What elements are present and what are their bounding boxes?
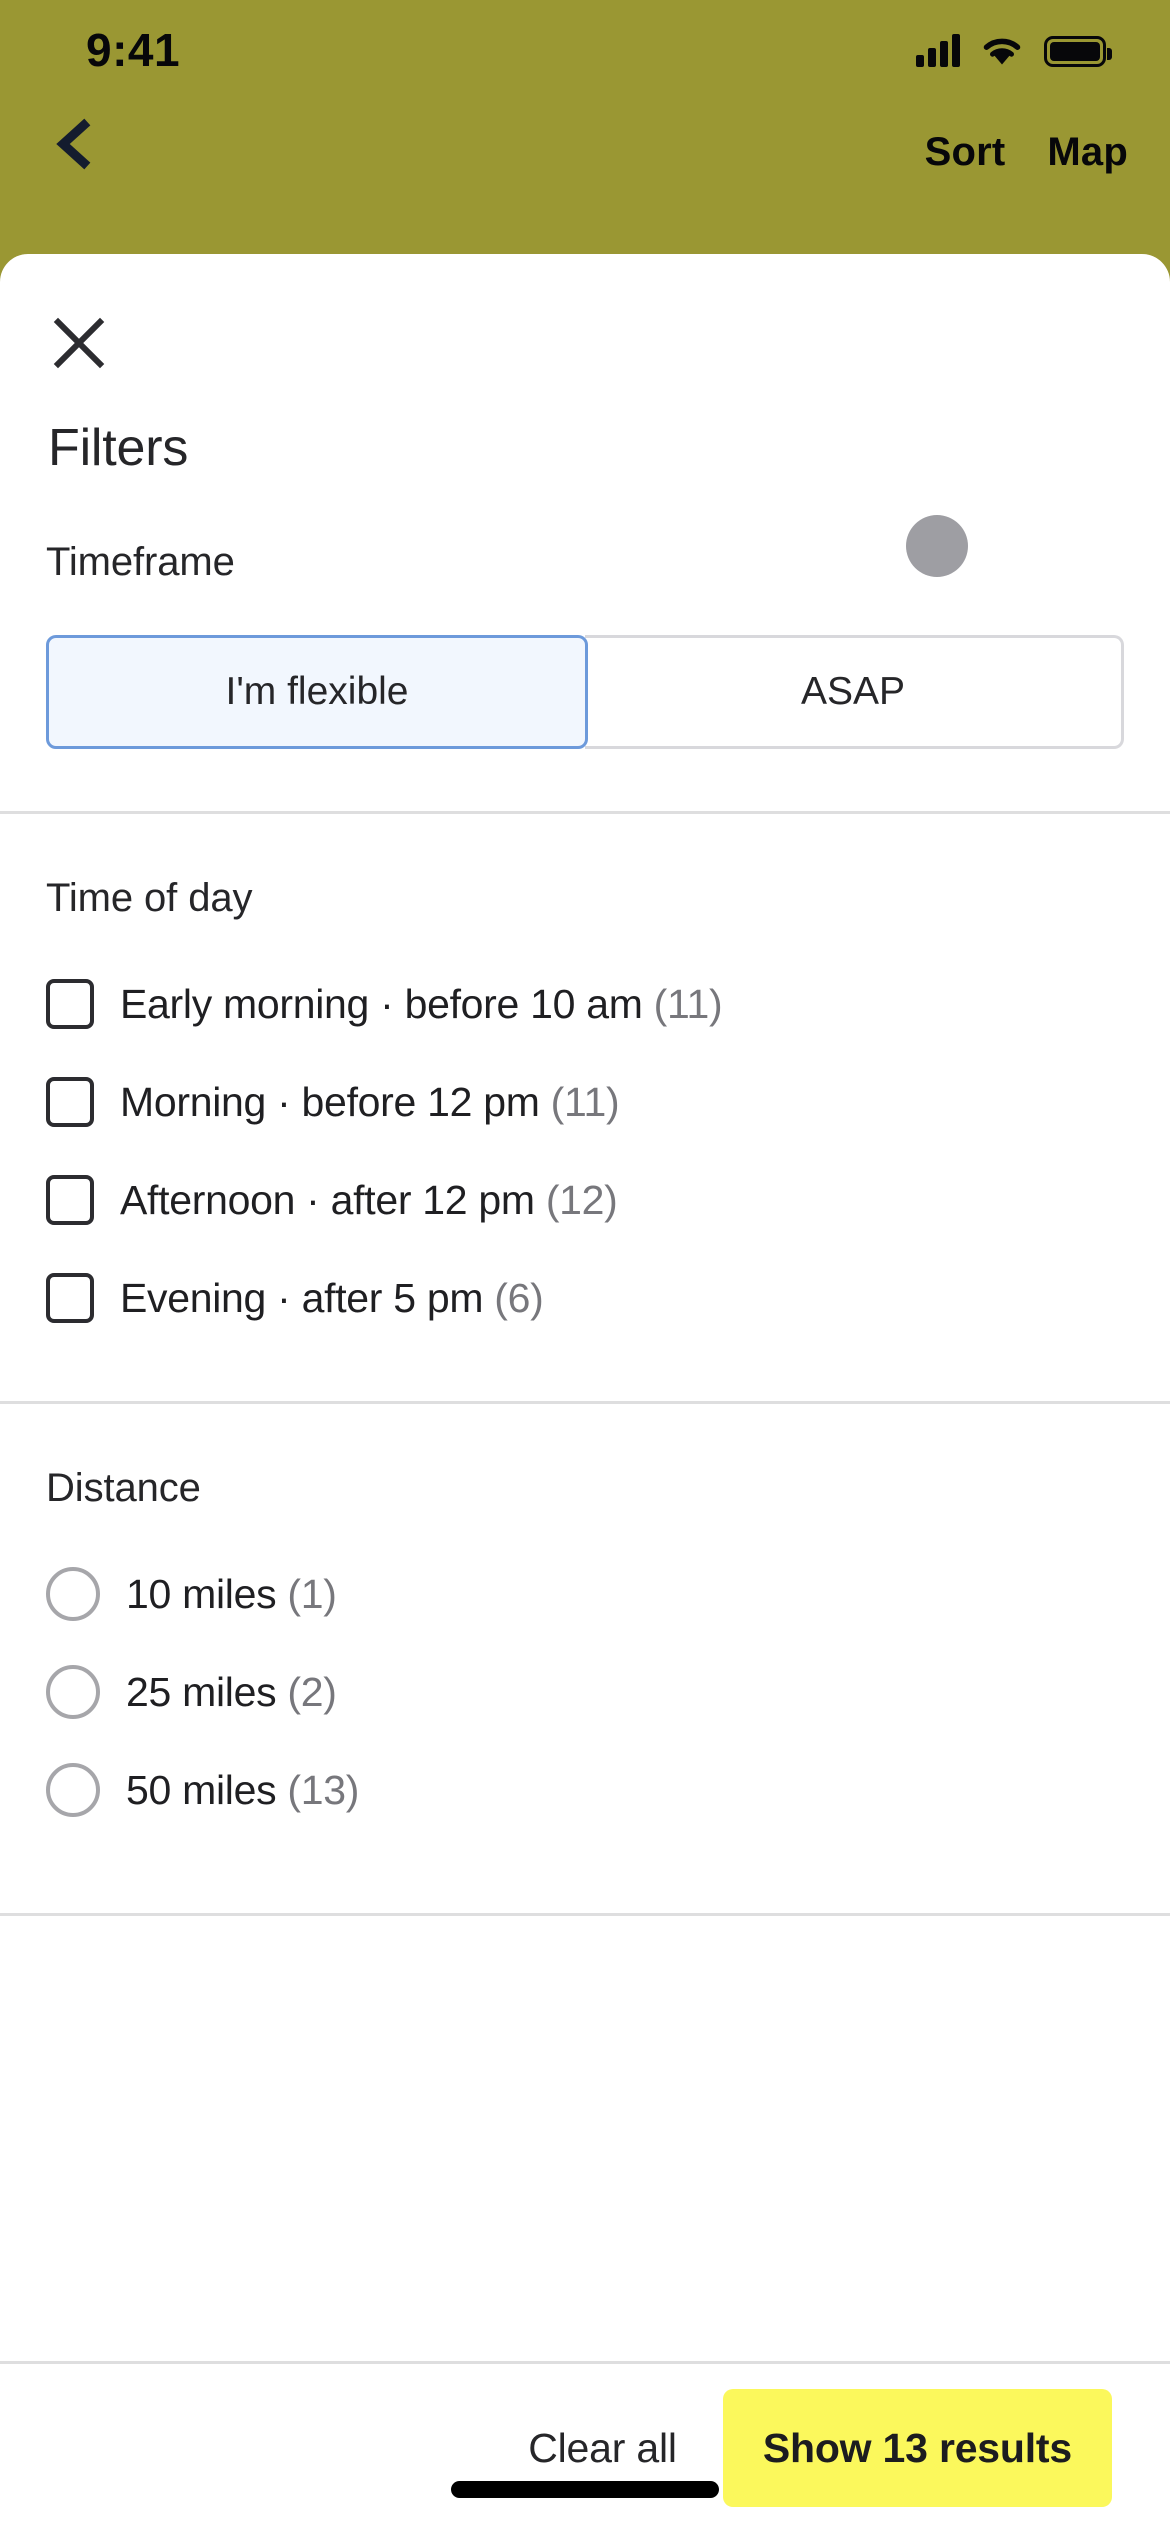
option-label: Evening · after 5 pm (6)	[120, 1275, 544, 1322]
option-label: Morning · before 12 pm (11)	[120, 1078, 620, 1126]
radio-50-miles[interactable]	[46, 1763, 100, 1817]
sort-button[interactable]: Sort	[925, 130, 1006, 175]
time-of-day-option-early-morning[interactable]: Early morning · before 10 am (11)	[46, 955, 1124, 1053]
clear-all-button[interactable]: Clear all	[528, 2425, 677, 2472]
time-of-day-option-evening[interactable]: Evening · after 5 pm (6)	[46, 1249, 1124, 1347]
option-count: (6)	[494, 1274, 544, 1321]
option-text: 10 miles	[126, 1570, 277, 1617]
wifi-icon	[980, 33, 1024, 67]
option-count: (12)	[545, 1176, 618, 1223]
show-results-button[interactable]: Show 13 results	[722, 2389, 1112, 2507]
checkbox-afternoon[interactable]	[46, 1175, 94, 1225]
close-row	[0, 254, 1170, 374]
option-text: Morning · before 12 pm	[120, 1078, 540, 1125]
option-count: (11)	[653, 980, 723, 1027]
distance-option-10-miles[interactable]: 10 miles (1)	[46, 1545, 1124, 1643]
status-icons	[916, 33, 1112, 67]
option-label: Afternoon · after 12 pm (12)	[120, 1177, 618, 1224]
option-count: (1)	[287, 1570, 337, 1617]
option-count: (11)	[550, 1078, 620, 1125]
checkbox-early-morning[interactable]	[46, 979, 94, 1029]
checkbox-evening[interactable]	[46, 1273, 94, 1323]
cellular-signal-icon	[916, 33, 960, 67]
battery-icon	[1044, 36, 1112, 67]
nav-actions: Sort Map	[925, 116, 1128, 175]
close-icon[interactable]	[48, 312, 110, 374]
distance-section: Distance 10 miles (1) 25 miles (2) 50 mi…	[0, 1404, 1170, 1839]
filters-sheet-body: Filters Timeframe I'm flexible ASAP Time…	[0, 254, 1170, 2361]
page-title: Filters	[48, 419, 189, 477]
option-count: (2)	[287, 1668, 337, 1715]
option-text: Afternoon · after 12 pm	[120, 1176, 535, 1223]
option-label: 25 miles (2)	[126, 1669, 337, 1716]
timeframe-option-flexible[interactable]: I'm flexible	[46, 635, 588, 749]
option-count: (13)	[287, 1766, 360, 1813]
map-button[interactable]: Map	[1047, 130, 1128, 175]
timeframe-option-asap[interactable]: ASAP	[585, 635, 1124, 749]
checkbox-morning[interactable]	[46, 1077, 94, 1127]
radio-25-miles[interactable]	[46, 1665, 100, 1719]
time-of-day-label: Time of day	[46, 876, 253, 920]
status-bar: 9:41	[0, 0, 1170, 100]
distance-option-50-miles[interactable]: 50 miles (13)	[46, 1741, 1124, 1839]
home-indicator	[451, 2481, 719, 2498]
option-label: 10 miles (1)	[126, 1571, 337, 1618]
filters-footer: Clear all Show 13 results	[0, 2361, 1170, 2532]
status-time: 9:41	[86, 24, 181, 76]
option-text: Early morning · before 10 am	[120, 980, 643, 1027]
chevron-left-icon[interactable]	[46, 116, 102, 172]
timeframe-segmented-control: I'm flexible ASAP	[46, 635, 1124, 749]
option-text: 25 miles	[126, 1668, 277, 1715]
option-text: Evening · after 5 pm	[120, 1274, 484, 1321]
option-label: Early morning · before 10 am (11)	[120, 980, 723, 1028]
option-text: 50 miles	[126, 1766, 277, 1813]
filters-sheet: Filters Timeframe I'm flexible ASAP Time…	[0, 254, 1170, 2532]
time-of-day-option-afternoon[interactable]: Afternoon · after 12 pm (12)	[46, 1151, 1124, 1249]
timeframe-section: Timeframe I'm flexible ASAP	[0, 478, 1170, 749]
touch-pointer-indicator	[906, 515, 968, 577]
distance-option-25-miles[interactable]: 25 miles (2)	[46, 1643, 1124, 1741]
radio-10-miles[interactable]	[46, 1567, 100, 1621]
time-of-day-option-morning[interactable]: Morning · before 12 pm (11)	[46, 1053, 1124, 1151]
distance-label: Distance	[46, 1466, 201, 1510]
section-divider	[0, 1913, 1170, 1916]
nav-bar: Sort Map	[0, 100, 1170, 258]
time-of-day-section: Time of day Early morning · before 10 am…	[0, 814, 1170, 1347]
option-label: 50 miles (13)	[126, 1767, 359, 1814]
